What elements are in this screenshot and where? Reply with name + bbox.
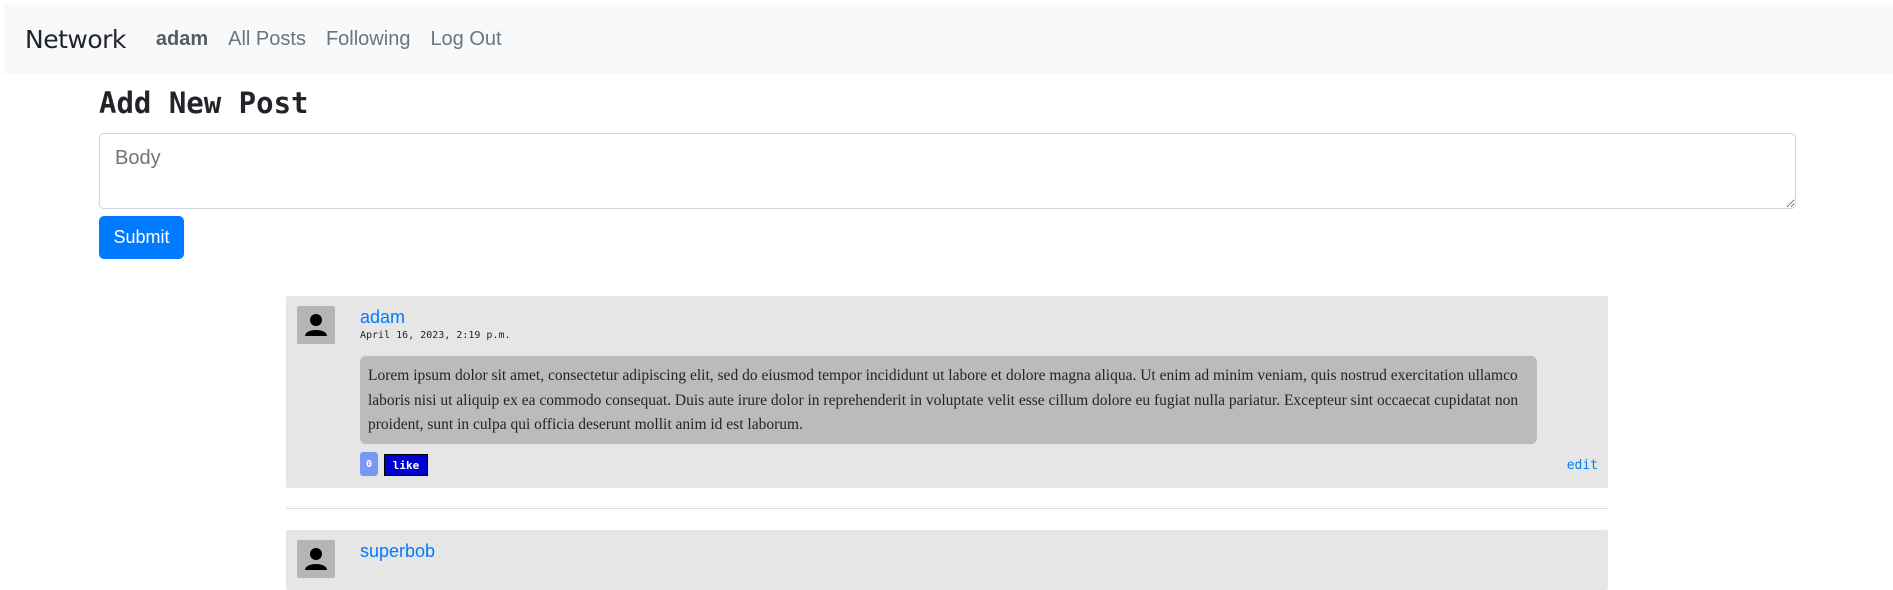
post-body-input[interactable]: [99, 133, 1796, 209]
navbar: Network adam All Posts Following Log Out: [4, 4, 1893, 74]
nav-user-profile[interactable]: adam: [156, 28, 208, 51]
avatar: [297, 306, 335, 344]
avatar: [297, 540, 335, 578]
post-card: superbob: [286, 530, 1608, 590]
post-body: Lorem ipsum dolor sit amet, consectetur …: [360, 356, 1537, 444]
post-divider: [286, 508, 1608, 509]
nav-all-posts[interactable]: All Posts: [228, 28, 306, 51]
nav-following[interactable]: Following: [326, 28, 410, 51]
post-card: adam April 16, 2023, 2:19 p.m. Lorem ips…: [286, 296, 1608, 488]
like-button[interactable]: like: [384, 454, 428, 476]
nav-log-out[interactable]: Log Out: [430, 28, 501, 51]
user-silhouette-icon: [305, 548, 327, 570]
post-author-link[interactable]: adam: [360, 307, 405, 328]
like-count-badge: 0: [360, 452, 378, 476]
post-author-link[interactable]: superbob: [360, 541, 435, 562]
user-silhouette-icon: [305, 314, 327, 336]
page-title: Add New Post: [99, 86, 309, 120]
edit-post-link[interactable]: edit: [1567, 458, 1598, 473]
post-timestamp: April 16, 2023, 2:19 p.m.: [360, 330, 511, 341]
submit-button[interactable]: Submit: [99, 216, 184, 259]
brand-logo[interactable]: Network: [25, 25, 126, 54]
